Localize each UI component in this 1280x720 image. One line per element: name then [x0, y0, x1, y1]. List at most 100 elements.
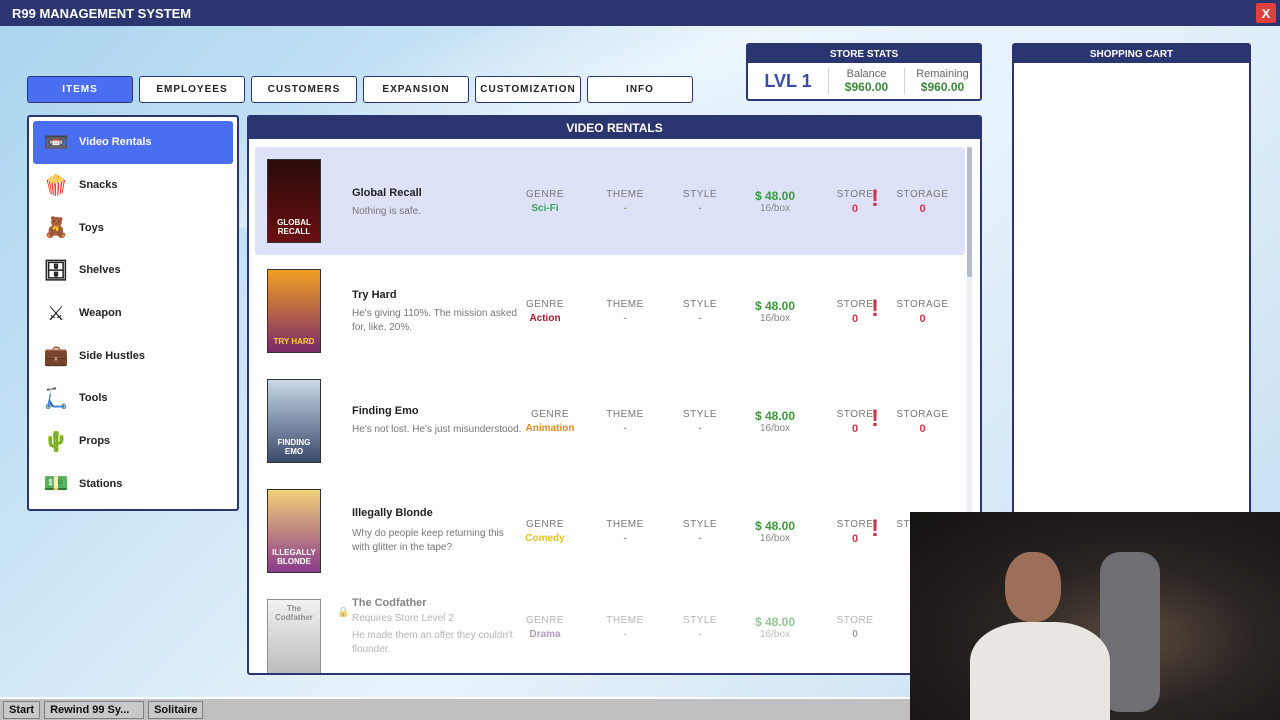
store-label: STORE — [836, 189, 874, 200]
panel-title: VIDEO RENTALS — [249, 117, 980, 139]
sidebar-item-weapon[interactable]: ⚔ Weapon — [33, 292, 233, 335]
product-tagline: He made them an offer they couldn't flou… — [352, 630, 513, 655]
sidebar-item-tools[interactable]: 🛴 Tools — [33, 377, 233, 420]
remaining-value: $960.00 — [920, 80, 965, 94]
product-title: Finding Emo — [352, 405, 419, 417]
style-label: STYLE — [682, 299, 718, 310]
genre-label: GENRE — [530, 409, 570, 420]
shopping-cart-panel: SHOPPING CART — [1012, 43, 1251, 523]
tab-info[interactable]: INFO — [587, 76, 693, 103]
store-count: 0 — [851, 423, 859, 435]
theme-label: THEME — [606, 409, 644, 420]
per-box: 16/box — [759, 203, 791, 214]
level-requirement: Requires Store Level 2 — [352, 613, 454, 624]
per-box: 16/box — [759, 423, 791, 434]
store-stats-header: STORE STATS — [748, 45, 980, 63]
sidebar-item-toys[interactable]: 🧸 Toys — [33, 206, 233, 249]
style-label: STYLE — [682, 615, 718, 626]
storage-label: STORAGE — [896, 189, 949, 200]
product-title: Try Hard — [352, 289, 397, 301]
scooter-icon: 🛴 — [43, 387, 69, 410]
shopping-cart-header: SHOPPING CART — [1014, 45, 1249, 63]
product-row[interactable]: ILLEGALLY BLONDE Illegally Blonde Why do… — [255, 477, 965, 585]
price-value: $ 48.00 — [754, 519, 796, 533]
sidebar-item-props[interactable]: 🌵 Props — [33, 420, 233, 463]
theme-value: - — [623, 423, 627, 434]
movie-cover: ILLEGALLY BLONDE — [267, 489, 321, 573]
tab-customization[interactable]: CUSTOMIZATION — [475, 76, 581, 103]
store-count: 0 — [851, 203, 859, 215]
product-row[interactable]: GLOBAL RECALL Global Recall Nothing is s… — [255, 147, 965, 255]
sidebar-item-label: Tools — [79, 392, 108, 405]
style-value: - — [698, 533, 702, 544]
streamer-head — [1005, 552, 1061, 622]
storage-label: STORAGE — [896, 409, 949, 420]
tab-expansion[interactable]: EXPANSION — [363, 76, 469, 103]
scroll-thumb[interactable] — [967, 147, 972, 277]
sidebar-item-shelves[interactable]: 🗄 Shelves — [33, 249, 233, 292]
movie-cover: GLOBAL RECALL — [267, 159, 321, 243]
product-tagline: Nothing is safe. — [352, 206, 421, 217]
cash-register-icon: 💵 — [43, 473, 69, 496]
theme-label: THEME — [606, 615, 644, 626]
cactus-icon: 🌵 — [43, 430, 69, 453]
store-count: 0 — [851, 533, 859, 545]
style-label: STYLE — [682, 409, 718, 420]
webcam-overlay — [910, 512, 1280, 720]
product-title: The Codfather — [352, 597, 427, 609]
tab-customers[interactable]: CUSTOMERS — [251, 76, 357, 103]
genre-value: Comedy — [525, 533, 565, 544]
taskbar-rewind99[interactable]: Rewind 99 Sy... — [44, 700, 145, 719]
product-row[interactable]: TRY HARD Try Hard He's giving 110%. The … — [255, 257, 965, 365]
sidebar-item-side-hustles[interactable]: 💼 Side Hustles — [33, 334, 233, 377]
theme-value: - — [623, 203, 627, 214]
teddy-bear-icon: 🧸 — [43, 217, 69, 240]
style-label: STYLE — [682, 519, 718, 530]
product-tagline: Why do people keep returning this with g… — [352, 528, 504, 553]
theme-value: - — [623, 533, 627, 544]
genre-value: Drama — [529, 629, 561, 640]
shelf-icon: 🗄 — [43, 259, 69, 282]
theme-label: THEME — [606, 299, 644, 310]
balance-value: $960.00 — [844, 80, 889, 94]
style-value: - — [698, 423, 702, 434]
movie-cover: The Codfather — [267, 599, 321, 673]
balance-label: Balance — [846, 68, 887, 80]
app-title: R99 MANAGEMENT SYSTEM — [12, 5, 192, 21]
movie-cover: TRY HARD — [267, 269, 321, 353]
storage-label: STORAGE — [896, 299, 949, 310]
taskbar: Start Rewind 99 Sy... Solitaire — [0, 697, 910, 720]
sidebar-item-label: Weapon — [79, 307, 122, 320]
sidebar-item-label: Side Hustles — [79, 349, 146, 362]
category-sidebar: 📼 Video Rentals 🍿 Snacks 🧸 Toys 🗄 Shelve… — [27, 115, 239, 511]
storage-count: 0 — [919, 203, 926, 215]
price-value: $ 48.00 — [754, 299, 796, 313]
streamer-body — [970, 622, 1110, 720]
sidebar-item-label: Toys — [79, 221, 104, 234]
crossed-bats-icon: ⚔ — [47, 302, 65, 325]
per-box: 16/box — [759, 313, 791, 324]
sidebar-item-stations[interactable]: 💵 Stations — [33, 463, 233, 506]
product-title: Illegally Blonde — [352, 507, 433, 519]
main-tabs: ITEMS EMPLOYEES CUSTOMERS EXPANSION CUST… — [27, 76, 693, 103]
store-label: STORE — [836, 519, 874, 530]
taskbar-solitaire[interactable]: Solitaire — [148, 700, 204, 719]
style-label: STYLE — [682, 189, 718, 200]
sidebar-item-label: Video Rentals — [79, 136, 152, 149]
close-button[interactable]: X — [1256, 3, 1276, 23]
warning-icon: ! — [871, 295, 879, 322]
per-box: 16/box — [759, 533, 791, 544]
tab-employees[interactable]: EMPLOYEES — [139, 76, 245, 103]
tab-items[interactable]: ITEMS — [27, 76, 133, 103]
store-label: STORE — [836, 615, 874, 626]
video-rentals-panel: VIDEO RENTALS GLOBAL RECALL Global Recal… — [247, 115, 982, 675]
start-button[interactable]: Start — [3, 700, 41, 719]
sidebar-item-snacks[interactable]: 🍿 Snacks — [33, 164, 233, 207]
product-row-locked[interactable]: The Codfather 🔒 The Codfather Requires S… — [255, 587, 965, 673]
store-label: STORE — [836, 299, 874, 310]
store-count: 0 — [852, 629, 858, 640]
genre-label: GENRE — [525, 299, 565, 310]
sidebar-item-video-rentals[interactable]: 📼 Video Rentals — [33, 121, 233, 164]
genre-label: GENRE — [525, 615, 565, 626]
product-row[interactable]: FINDING EMO Finding Emo He's not lost. H… — [255, 367, 965, 475]
